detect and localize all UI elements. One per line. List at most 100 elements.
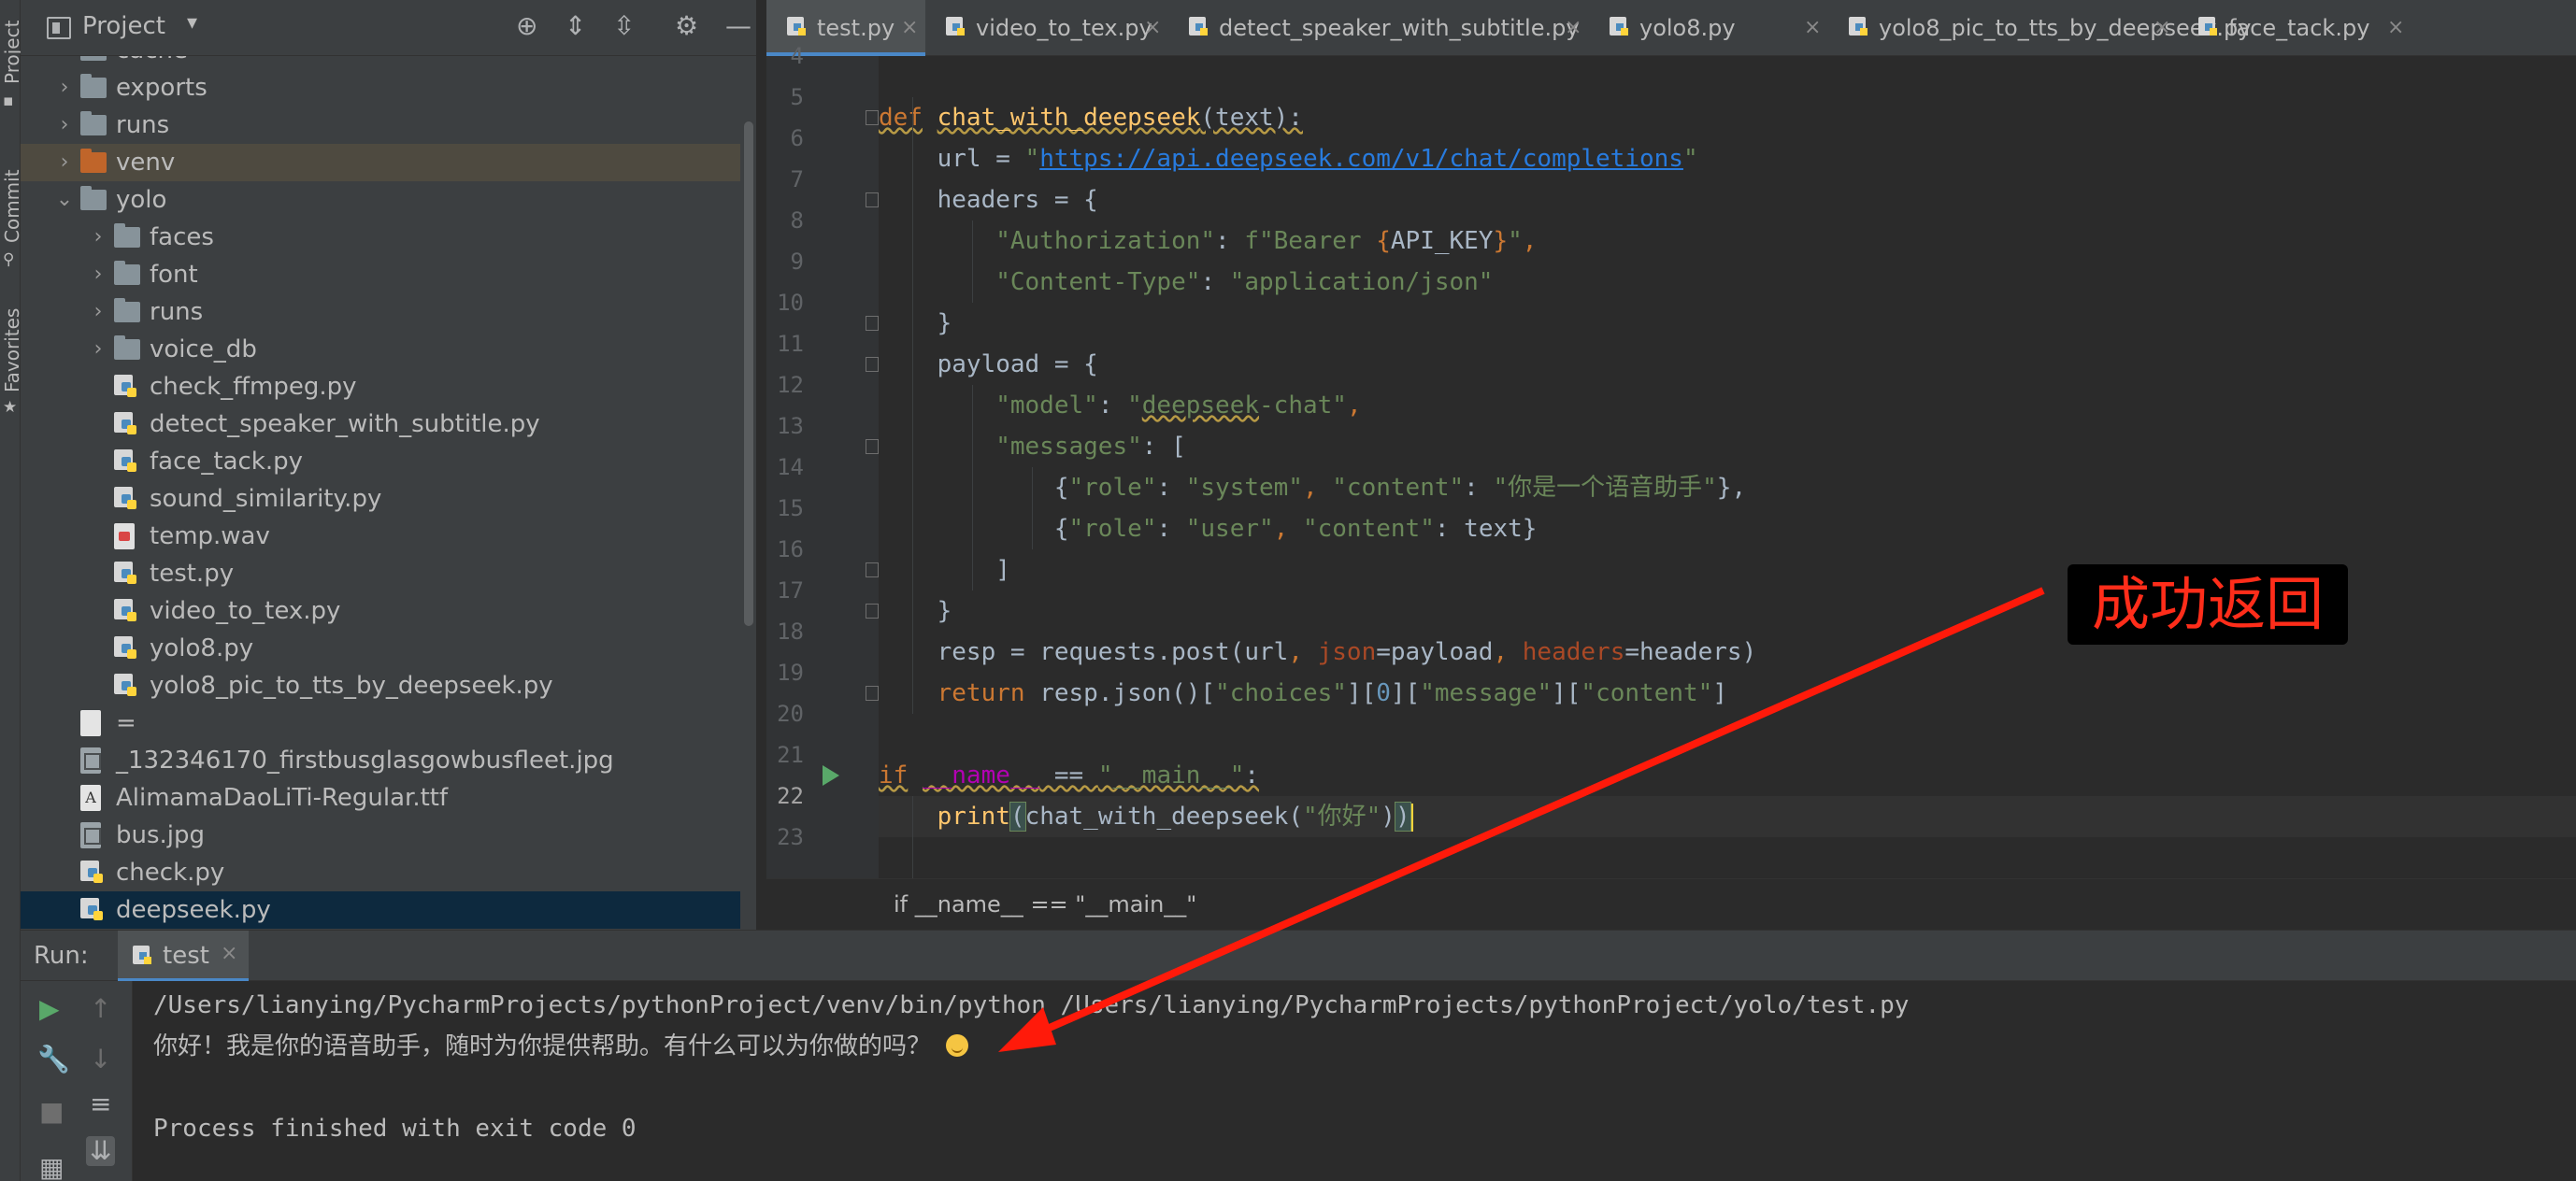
- token-var: : text}: [1434, 515, 1538, 543]
- fold-marker-icon[interactable]: [866, 562, 879, 577]
- layout-icon[interactable]: ▦: [39, 1155, 64, 1181]
- tree-item[interactable]: › venv: [21, 144, 740, 181]
- wrench-icon[interactable]: 🔧: [37, 1046, 70, 1073]
- gear-icon[interactable]: ⚙: [675, 13, 698, 39]
- chevron-right-icon[interactable]: ›: [54, 107, 75, 144]
- token-colon: :: [1200, 268, 1230, 296]
- run-tab-label: test: [163, 942, 209, 970]
- close-icon[interactable]: ×: [1565, 0, 1581, 56]
- token-url-assign: url =: [879, 145, 1025, 173]
- tree-item[interactable]: yolo8_pic_to_tts_by_deepseek.py: [21, 667, 740, 704]
- token-string: "message": [1420, 679, 1553, 707]
- fold-marker-icon[interactable]: [866, 316, 879, 331]
- commit-tool-tab[interactable]: ⚲ Commit: [0, 149, 23, 271]
- soft-wrap-icon[interactable]: ≡: [90, 1091, 111, 1117]
- tree-item[interactable]: _132346170_firstbusglasgowbusfleet.jpg: [21, 742, 740, 779]
- hide-icon[interactable]: —: [725, 13, 751, 39]
- locate-icon[interactable]: ⊕: [516, 13, 537, 39]
- tree-item[interactable]: video_to_tex.py: [21, 592, 740, 630]
- tree-item[interactable]: › faces: [21, 219, 740, 256]
- fold-marker-icon[interactable]: [866, 439, 879, 454]
- tree-scrollbar[interactable]: [744, 121, 753, 626]
- chevron-right-icon[interactable]: ›: [54, 56, 75, 69]
- python-file-icon: [80, 861, 105, 885]
- close-icon[interactable]: ×: [2154, 0, 2170, 56]
- editor-tab[interactable]: yolo8_pic_to_tts_by_deepseek.py ×: [1828, 0, 2251, 56]
- tree-item-label: yolo8.py: [150, 634, 254, 662]
- tree-item-label: deepseek.py: [116, 896, 271, 924]
- url-link[interactable]: https://api.deepseek.com/v1/chat/complet…: [1039, 145, 1683, 173]
- fold-marker-icon[interactable]: [866, 110, 879, 125]
- chevron-right-icon[interactable]: ›: [54, 69, 75, 107]
- arrow-up-icon[interactable]: ↑: [90, 996, 111, 1022]
- python-file-icon: [114, 674, 138, 698]
- python-file-icon: [133, 946, 153, 966]
- close-icon[interactable]: ×: [221, 942, 237, 965]
- tree-item[interactable]: =: [21, 704, 740, 742]
- tree-item[interactable]: › runs: [21, 107, 740, 144]
- close-icon[interactable]: ×: [1804, 0, 1821, 56]
- collapse-all-icon[interactable]: ⇳: [613, 13, 635, 39]
- tree-item[interactable]: bus.jpg: [21, 817, 740, 854]
- tree-item[interactable]: › runs: [21, 293, 740, 331]
- tree-item[interactable]: › exports: [21, 69, 740, 107]
- project-panel-title[interactable]: Project: [82, 12, 165, 40]
- chevron-down-icon[interactable]: ⌄: [54, 181, 75, 219]
- chevron-down-icon[interactable]: ▾: [187, 11, 197, 35]
- close-icon[interactable]: ×: [901, 0, 918, 56]
- fold-marker-icon[interactable]: [866, 192, 879, 207]
- fold-marker-icon[interactable]: [866, 686, 879, 701]
- tree-item[interactable]: › font: [21, 256, 740, 293]
- editor-tab[interactable]: detect_speaker_with_subtitle.py ×: [1168, 0, 1589, 56]
- run-tab-test[interactable]: test ×: [118, 931, 249, 982]
- tree-item[interactable]: test.py: [21, 555, 740, 592]
- chevron-right-icon[interactable]: ›: [54, 144, 75, 181]
- tree-item[interactable]: ⌄ yolo: [21, 181, 740, 219]
- tree-item[interactable]: face_tack.py: [21, 443, 740, 480]
- project-tool-tab[interactable]: ▪ Project: [0, 0, 23, 112]
- editor-breadcrumb[interactable]: if __name__ == "__main__": [766, 878, 2576, 930]
- token-string: "__main__": [1097, 761, 1245, 790]
- run-console[interactable]: /Users/lianying/PycharmProjects/pythonPr…: [133, 981, 2576, 1181]
- editor-tab[interactable]: yolo8.py ×: [1589, 0, 1828, 56]
- tree-item[interactable]: deepseek.py: [21, 891, 740, 929]
- expand-all-icon[interactable]: ⇕: [565, 13, 586, 39]
- token-string: "content": [1581, 679, 1713, 707]
- chevron-right-icon[interactable]: ›: [88, 219, 108, 256]
- rerun-icon[interactable]: ▶: [39, 996, 60, 1022]
- chevron-right-icon[interactable]: ›: [88, 331, 108, 368]
- editor-tab[interactable]: face_tack.py ×: [2178, 0, 2411, 56]
- scroll-to-end-icon[interactable]: ⇊: [86, 1136, 116, 1166]
- tree-item[interactable]: yolo8.py: [21, 630, 740, 667]
- favorites-tool-tab[interactable]: ★ Favorites: [0, 290, 23, 430]
- tree-item[interactable]: detect_speaker_with_subtitle.py: [21, 406, 740, 443]
- tree-item[interactable]: check_ffmpeg.py: [21, 368, 740, 406]
- token-string: "choices": [1215, 679, 1347, 707]
- editor-tab-label: detect_speaker_with_subtitle.py: [1219, 15, 1580, 41]
- run-gutter-icon[interactable]: [823, 765, 839, 786]
- close-icon[interactable]: ×: [1144, 0, 1161, 56]
- close-icon[interactable]: ×: [2387, 0, 2404, 56]
- fold-marker-icon[interactable]: [866, 357, 879, 372]
- tree-item[interactable]: › cache: [21, 56, 740, 69]
- breadcrumb-text[interactable]: if __name__ == "__main__": [894, 879, 1196, 931]
- editor-tab-label: test.py: [817, 15, 895, 41]
- tree-item[interactable]: › voice_db: [21, 331, 740, 368]
- token-comma: ,: [1346, 391, 1362, 420]
- chevron-right-icon[interactable]: ›: [88, 256, 108, 293]
- line-number: 11: [777, 331, 804, 357]
- chevron-right-icon[interactable]: ›: [88, 293, 108, 331]
- code-line-14: {"role": "system", "content": "你是一个语音助手"…: [879, 467, 2576, 508]
- stop-icon[interactable]: ■: [39, 1099, 64, 1125]
- code-line-22: print(chat_with_deepseek("你好")): [879, 796, 2576, 837]
- tree-item[interactable]: sound_similarity.py: [21, 480, 740, 518]
- tree-item[interactable]: A AlimamaDaoLiTi-Regular.ttf: [21, 779, 740, 817]
- run-toolbar: ▶ ↑ 🔧 ↓ ■ ≡ ⇊ ▦: [21, 981, 133, 1181]
- tree-item[interactable]: temp.wav: [21, 518, 740, 555]
- tree-item[interactable]: check.py: [21, 854, 740, 891]
- editor-tab[interactable]: video_to_tex.py ×: [925, 0, 1168, 56]
- code-area[interactable]: def chat_with_deepseek(text): url = "htt…: [879, 56, 2576, 878]
- fold-marker-icon[interactable]: [866, 604, 879, 619]
- arrow-down-icon[interactable]: ↓: [90, 1046, 111, 1073]
- token-close-brace: }: [879, 597, 952, 625]
